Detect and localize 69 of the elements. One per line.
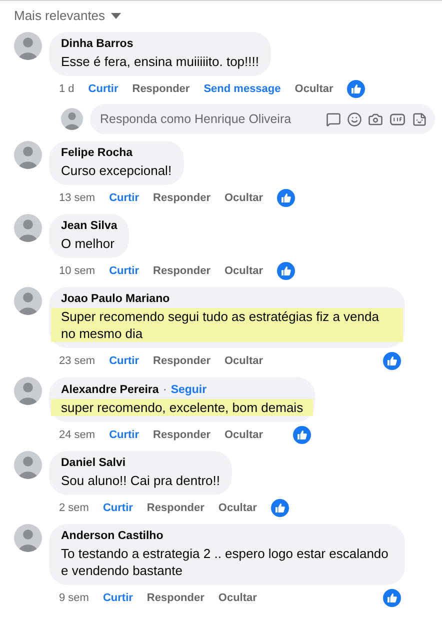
sort-dropdown[interactable]: Mais relevantes [14, 8, 122, 23]
highlighted-comment-text: Super recomendo segui tudo as estratégias fiz a venda no mesmo dia [51, 308, 403, 342]
avatar-icon [61, 108, 83, 130]
action-link[interactable]: Ocultar [224, 355, 264, 367]
highlighted-comment-text: super recomendo, excelente, bom demais [51, 399, 314, 416]
like-icon[interactable] [383, 352, 401, 370]
author-name: Felipe Rocha [61, 146, 133, 161]
action-link[interactable]: Ocultar [294, 83, 334, 95]
action-link[interactable]: Curtir [109, 265, 140, 277]
action-link[interactable]: Responder [132, 83, 190, 95]
action-link[interactable]: Responder [153, 355, 210, 367]
comment-text: To testando a estrategia 2 .. espero logo estar escalando e vendendo bastante [61, 545, 390, 579]
action-link[interactable]: Curtir [109, 429, 140, 441]
like-icon[interactable] [347, 80, 366, 98]
action-link[interactable]: Responder [153, 192, 210, 204]
reply-input[interactable]: Responda como Henrique Oliveira [100, 112, 320, 126]
avatar-icon [14, 524, 42, 552]
action-link[interactable]: Send message [204, 83, 281, 95]
avatar-icon [14, 141, 42, 169]
action-link[interactable]: Ocultar [218, 592, 257, 604]
author-name: Joao Paulo Mariano [61, 292, 170, 307]
like-icon[interactable] [277, 262, 296, 280]
action-link[interactable]: Ocultar [224, 429, 264, 441]
comment-text: Curso excepcional! [61, 162, 172, 179]
avatar-icon [14, 377, 42, 405]
comment-text: Esse é fera, ensina muiiiiito. top!!!! [61, 53, 259, 70]
action-link[interactable]: Ocultar [218, 502, 257, 514]
comment-time: 24 sem [59, 429, 96, 441]
comment-time: 1 d [59, 83, 74, 95]
like-icon[interactable] [277, 189, 296, 207]
action-link[interactable]: Responder [153, 429, 210, 441]
action-link[interactable]: Responder [146, 502, 204, 514]
author-name: Alexandre Pereira [61, 383, 159, 398]
action-link[interactable]: Responder [153, 265, 210, 277]
avatar-icon [14, 214, 42, 242]
gif-icon[interactable] [389, 110, 406, 128]
action-link[interactable]: Curtir [88, 83, 118, 95]
action-link[interactable]: Curtir [102, 592, 133, 604]
author-name: Jean Silva [61, 219, 118, 234]
like-icon[interactable] [293, 426, 312, 444]
comment-text: O melhor [61, 235, 116, 252]
emoji-icon[interactable] [347, 112, 362, 126]
comment-time: 2 sem [59, 502, 89, 514]
action-link[interactable]: Curtir [102, 502, 133, 514]
action-link[interactable]: Responder [146, 592, 204, 604]
comment-time: 13 sem [59, 192, 96, 204]
comment-time: 9 sem [59, 592, 89, 604]
speech-bubble-icon[interactable] [326, 112, 341, 126]
camera-icon[interactable] [368, 112, 383, 126]
action-link[interactable]: Ocultar [224, 192, 264, 204]
caret-icon [111, 12, 122, 18]
comment-time: 10 sem [59, 265, 96, 277]
avatar-icon [14, 32, 42, 60]
author-name: Dinha Barros [61, 37, 134, 52]
comment-text: Sou aluno!! Cai pra dentro!! [61, 472, 220, 489]
like-icon[interactable] [383, 589, 401, 607]
author-name: Anderson Castilho [61, 529, 164, 544]
avatar-icon [14, 451, 42, 479]
separator-dot: · [162, 382, 167, 396]
avatar-icon [14, 287, 42, 315]
reply-field[interactable]: Responda como Henrique Oliveira [90, 104, 435, 134]
comment-time: 23 sem [59, 355, 96, 367]
action-link[interactable]: Curtir [109, 355, 140, 367]
action-link[interactable]: Ocultar [224, 265, 264, 277]
follow-link[interactable]: Seguir [170, 384, 207, 396]
like-icon[interactable] [270, 499, 289, 517]
sticker-icon[interactable] [412, 112, 427, 126]
action-link[interactable]: Curtir [109, 192, 140, 204]
author-name: Daniel Salvi [61, 456, 126, 471]
